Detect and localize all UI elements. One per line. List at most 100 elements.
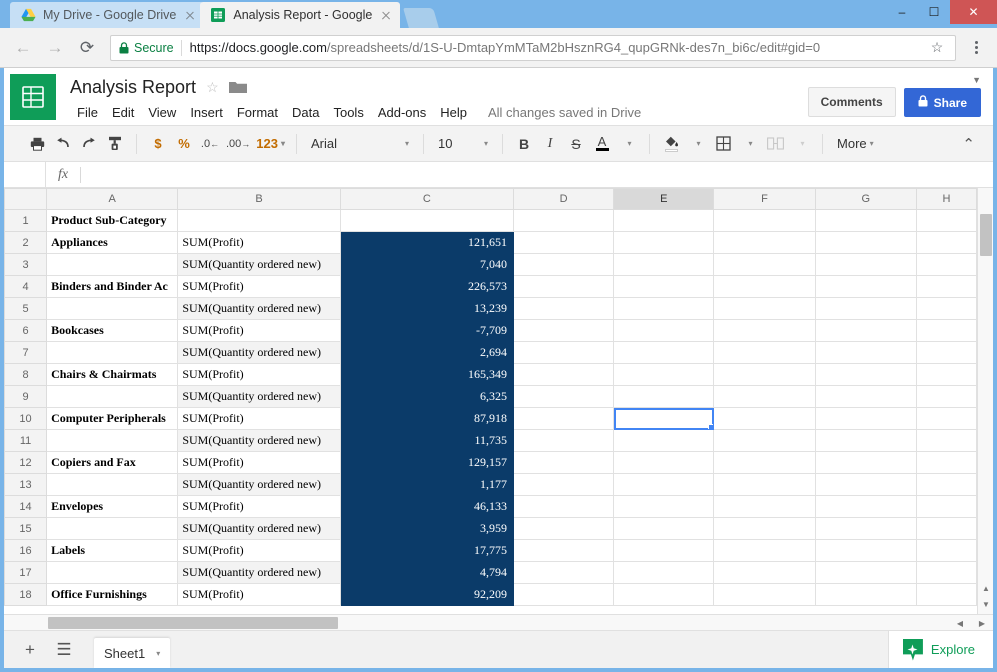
row-header[interactable]: 12 xyxy=(4,451,48,474)
cell-e9[interactable] xyxy=(613,385,715,408)
cell-a10[interactable]: Computer Peripherals xyxy=(46,407,179,430)
cell-h10[interactable] xyxy=(915,407,977,430)
column-header-c[interactable]: C xyxy=(339,188,515,210)
row-header[interactable]: 6 xyxy=(4,319,48,342)
cell-c9[interactable]: 6,325 xyxy=(339,385,515,408)
cell-e14[interactable] xyxy=(613,495,715,518)
cell-e12[interactable] xyxy=(613,451,715,474)
comments-button[interactable]: Comments xyxy=(807,87,896,117)
cell-b2[interactable]: SUM(Profit) xyxy=(177,231,341,254)
cell-a3[interactable] xyxy=(46,253,179,276)
cell-a9[interactable] xyxy=(46,385,179,408)
cell-h11[interactable] xyxy=(915,429,977,452)
horizontal-scrollbar-thumb[interactable] xyxy=(48,617,338,629)
select-all-corner[interactable] xyxy=(4,188,48,210)
cell-c3[interactable]: 7,040 xyxy=(339,253,515,276)
cell-e16[interactable] xyxy=(613,539,715,562)
cell-f9[interactable] xyxy=(713,385,816,408)
cell-c17[interactable]: 4,794 xyxy=(339,561,515,584)
cell-b12[interactable]: SUM(Profit) xyxy=(177,451,341,474)
reload-icon[interactable]: ⟳ xyxy=(72,33,102,63)
menu-insert[interactable]: Insert xyxy=(183,102,230,123)
cell-b16[interactable]: SUM(Profit) xyxy=(177,539,341,562)
borders-icon[interactable] xyxy=(710,131,736,157)
fill-color-icon[interactable] xyxy=(658,131,684,157)
cell-g4[interactable] xyxy=(814,275,917,298)
cell-e8[interactable] xyxy=(613,363,715,386)
bold-button[interactable]: B xyxy=(511,131,537,157)
cell-h2[interactable] xyxy=(915,231,977,254)
chevron-down-icon[interactable]: ▾ xyxy=(736,131,762,157)
cell-a12[interactable]: Copiers and Fax xyxy=(46,451,179,474)
vertical-scrollbar[interactable]: ▲ ▼ xyxy=(977,188,993,614)
cell-f2[interactable] xyxy=(713,231,816,254)
cell-a17[interactable] xyxy=(46,561,179,584)
undo-icon[interactable] xyxy=(50,131,76,157)
share-button[interactable]: Share xyxy=(903,88,981,117)
add-sheet-button[interactable]: + xyxy=(16,636,44,664)
cell-e15[interactable] xyxy=(613,517,715,540)
cell-d8[interactable] xyxy=(513,363,615,386)
column-header-d[interactable]: D xyxy=(513,188,615,210)
close-icon[interactable] xyxy=(378,7,394,23)
italic-button[interactable]: I xyxy=(537,131,563,157)
row-header[interactable]: 7 xyxy=(4,341,48,364)
cell-c15[interactable]: 3,959 xyxy=(339,517,515,540)
cell-f13[interactable] xyxy=(713,473,816,496)
cell-b14[interactable]: SUM(Profit) xyxy=(177,495,341,518)
cell-b5[interactable]: SUM(Quantity ordered new) xyxy=(177,297,341,320)
currency-format-button[interactable]: $ xyxy=(145,131,171,157)
cell-e18[interactable] xyxy=(613,583,715,606)
cell-b7[interactable]: SUM(Quantity ordered new) xyxy=(177,341,341,364)
sheets-app-logo-icon[interactable] xyxy=(10,74,56,120)
cell-b17[interactable]: SUM(Quantity ordered new) xyxy=(177,561,341,584)
cell-e6[interactable] xyxy=(613,319,715,342)
row-header[interactable]: 8 xyxy=(4,363,48,386)
new-tab-button[interactable] xyxy=(403,8,440,28)
text-color-button[interactable]: A xyxy=(589,131,615,157)
cell-b11[interactable]: SUM(Quantity ordered new) xyxy=(177,429,341,452)
cell-h13[interactable] xyxy=(915,473,977,496)
cell-e4[interactable] xyxy=(613,275,715,298)
cell-c18[interactable]: 92,209 xyxy=(339,583,515,606)
cell-a18[interactable]: Office Furnishings xyxy=(46,583,179,606)
menu-format[interactable]: Format xyxy=(230,102,285,123)
cell-f5[interactable] xyxy=(713,297,816,320)
row-header[interactable]: 3 xyxy=(4,253,48,276)
cell-a16[interactable]: Labels xyxy=(46,539,179,562)
cell-d17[interactable] xyxy=(513,561,615,584)
cell-h18[interactable] xyxy=(915,583,977,606)
row-header[interactable]: 17 xyxy=(4,561,48,584)
cell-a15[interactable] xyxy=(46,517,179,540)
cell-d1[interactable] xyxy=(513,209,615,232)
cell-d9[interactable] xyxy=(513,385,615,408)
cell-f4[interactable] xyxy=(713,275,816,298)
cell-d15[interactable] xyxy=(513,517,615,540)
decrease-decimal-button[interactable]: .0 ← xyxy=(197,131,223,157)
cell-a11[interactable] xyxy=(46,429,179,452)
cell-h6[interactable] xyxy=(915,319,977,342)
strikethrough-button[interactable]: S xyxy=(563,131,589,157)
increase-decimal-button[interactable]: .00 → xyxy=(223,131,253,157)
cell-e5[interactable] xyxy=(613,297,715,320)
cell-a2[interactable]: Appliances xyxy=(46,231,179,254)
cell-c2[interactable]: 121,651 xyxy=(339,231,515,254)
cell-b10[interactable]: SUM(Profit) xyxy=(177,407,341,430)
cell-f11[interactable] xyxy=(713,429,816,452)
cell-g7[interactable] xyxy=(814,341,917,364)
browser-tab-drive[interactable]: My Drive - Google Drive xyxy=(10,2,205,28)
row-header[interactable]: 1 xyxy=(4,209,48,232)
cell-b18[interactable]: SUM(Profit) xyxy=(177,583,341,606)
cell-b3[interactable]: SUM(Quantity ordered new) xyxy=(177,253,341,276)
cell-a6[interactable]: Bookcases xyxy=(46,319,179,342)
forward-icon[interactable]: → xyxy=(40,33,70,63)
cell-c1[interactable] xyxy=(339,209,515,232)
cell-h12[interactable] xyxy=(915,451,977,474)
cell-f16[interactable] xyxy=(713,539,816,562)
cell-c10[interactable]: 87,918 xyxy=(339,407,515,430)
cell-a7[interactable] xyxy=(46,341,179,364)
cell-c16[interactable]: 17,775 xyxy=(339,539,515,562)
row-header[interactable]: 18 xyxy=(4,583,48,606)
cell-f10[interactable] xyxy=(713,407,816,430)
percent-format-button[interactable]: % xyxy=(171,131,197,157)
